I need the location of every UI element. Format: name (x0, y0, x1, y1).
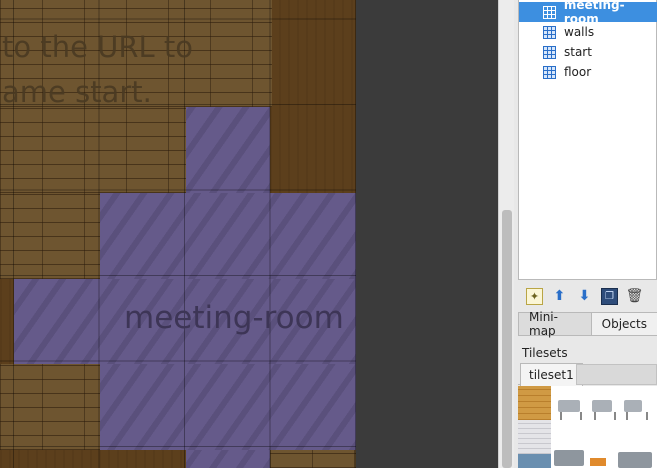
delete-layer-icon[interactable]: 🗑 (626, 288, 644, 305)
tile-blue-floor[interactable] (518, 454, 551, 468)
scrollbar-thumb[interactable] (502, 210, 512, 468)
meeting-room-zone-top (186, 107, 270, 193)
canvas-background (356, 0, 498, 468)
meeting-room-zone-upper (100, 193, 356, 279)
tab-mini-map[interactable]: Mini-map (518, 310, 592, 338)
panel-tabs: Mini-map Objects (518, 310, 657, 338)
vertical-scrollbar[interactable] (498, 0, 514, 468)
floor-wood-mid (0, 107, 186, 193)
map-canvas[interactable]: to the URL to ame start. meeting-room (0, 0, 356, 468)
tab-tileset1[interactable]: tileset1 (520, 363, 583, 386)
tile-chair[interactable] (558, 400, 582, 420)
tile-desk[interactable] (618, 452, 652, 468)
tiled-editor-window: to the URL to ame start. meeting-room me… (0, 0, 657, 468)
layer-item-walls[interactable]: walls (519, 22, 657, 42)
layer-item-start[interactable]: start (519, 42, 657, 62)
tile-chair[interactable] (592, 400, 616, 420)
move-layer-up-icon[interactable]: ⬆ (551, 288, 568, 305)
tileset-preview[interactable] (518, 386, 657, 468)
meeting-room-zone-bottom (186, 450, 270, 468)
tile-chair[interactable] (624, 400, 648, 420)
tile-layer-icon (543, 45, 556, 59)
layer-list: meeting-room walls start floor (518, 0, 657, 280)
floor-wood-bottom-right (270, 450, 356, 468)
layer-label: floor (564, 65, 592, 79)
floor-wood-bottom-left (0, 364, 100, 450)
tile-layer-icon (543, 65, 556, 79)
map-hint-line-1: to the URL to (2, 30, 194, 64)
tile-layer-icon (543, 25, 556, 39)
tile-orange-object[interactable] (590, 458, 606, 466)
tileset-tab-bar: tileset1 (518, 363, 657, 386)
tile-wood-floor[interactable] (518, 386, 551, 420)
zone-label: meeting-room (124, 300, 344, 336)
new-layer-icon[interactable]: ✦ (526, 287, 543, 305)
duplicate-layer-icon[interactable]: ❐ (601, 287, 618, 305)
layer-item-floor[interactable]: floor (519, 62, 657, 82)
floor-wood-left (0, 193, 100, 279)
tilesets-heading: Tilesets (522, 346, 568, 360)
meeting-room-zone-lower (100, 364, 356, 450)
tileset-tab-bar-filler (576, 364, 657, 385)
map-hint-line-2: ame start. (2, 75, 152, 109)
tile-layer-icon (543, 5, 556, 19)
move-layer-down-icon[interactable]: ⬇ (576, 288, 593, 305)
tile-desk[interactable] (554, 450, 584, 466)
tile-stone-floor[interactable] (518, 420, 551, 454)
layer-label: walls (564, 25, 595, 39)
layers-panel: meeting-room walls start floor ✦ ⬆ ⬇ ❐ 🗑 (514, 0, 657, 468)
layer-label: start (564, 45, 592, 59)
tab-objects[interactable]: Objects (590, 312, 657, 336)
layer-toolbar: ✦ ⬆ ⬇ ❐ 🗑 (526, 286, 643, 306)
layer-item-meeting-room[interactable]: meeting-room (519, 0, 657, 26)
